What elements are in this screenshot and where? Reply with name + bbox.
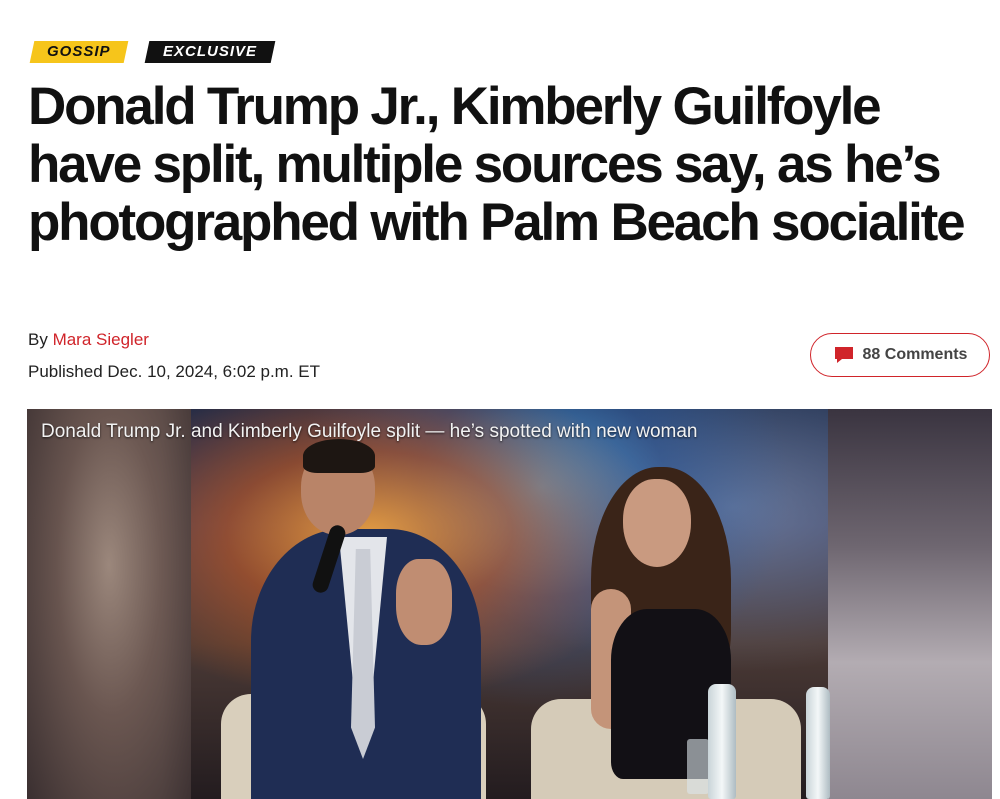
tag-exclusive-label: EXCLUSIVE xyxy=(162,43,258,60)
woman-face xyxy=(623,479,691,567)
video-frame xyxy=(191,409,830,799)
tag-gossip-label: GOSSIP xyxy=(47,43,111,60)
author-link[interactable]: Mara Siegler xyxy=(53,330,149,349)
water-glass xyxy=(687,739,709,794)
byline: By Mara Siegler xyxy=(28,330,149,350)
speech-bubble-icon xyxy=(834,347,853,363)
raised-hand xyxy=(396,559,452,645)
comments-count: 88 Comments xyxy=(862,346,968,363)
tag-gossip[interactable]: GOSSIP xyxy=(29,41,129,63)
video-blur-right xyxy=(827,409,992,799)
video-blur-left xyxy=(27,409,191,799)
water-bottle xyxy=(806,687,830,799)
published-date: Published Dec. 10, 2024, 6:02 p.m. ET xyxy=(28,362,321,381)
article-headline: Donald Trump Jr., Kimberly Guilfoyle hav… xyxy=(28,77,966,252)
byline-prefix: By xyxy=(28,330,53,349)
man-hair xyxy=(303,439,375,473)
comments-button[interactable]: 88 Comments xyxy=(810,333,990,377)
featured-video[interactable]: Donald Trump Jr. and Kimberly Guilfoyle … xyxy=(27,409,992,799)
water-bottle xyxy=(708,684,736,799)
video-caption: Donald Trump Jr. and Kimberly Guilfoyle … xyxy=(41,421,698,442)
tag-exclusive[interactable]: EXCLUSIVE xyxy=(144,41,276,63)
